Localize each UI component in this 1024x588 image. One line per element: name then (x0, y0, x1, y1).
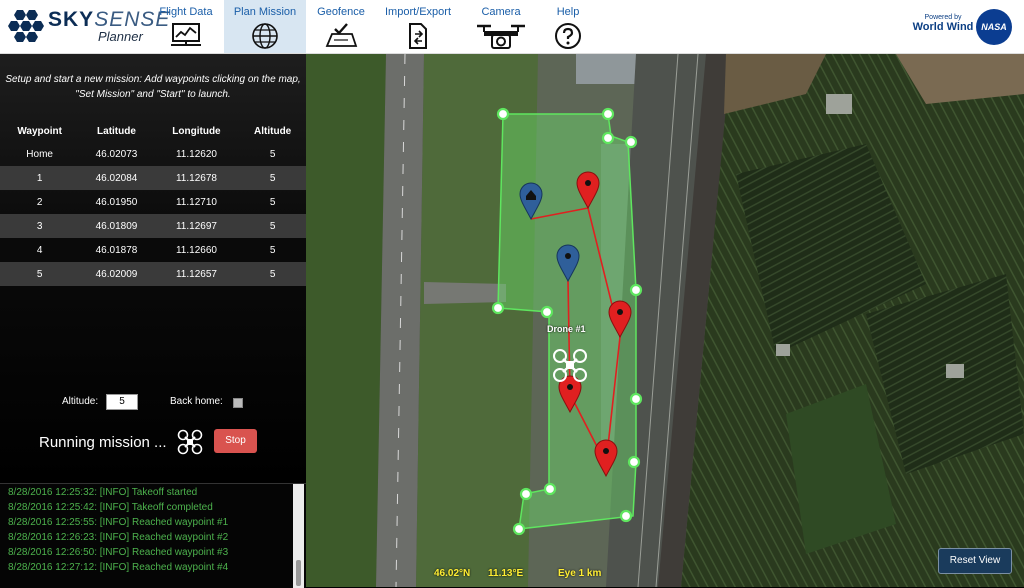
longitude-cell: 11.12657 (153, 262, 240, 286)
map-canvas[interactable] (306, 54, 1024, 587)
hexagon-logo-icon (8, 10, 44, 42)
tab-flight-data[interactable]: Flight Data (150, 0, 222, 53)
latitude-cell: 46.02073 (95, 148, 138, 160)
col-header-waypoint: Waypoint (17, 125, 62, 137)
grass-field (306, 54, 386, 587)
log-entry: 8/28/2016 12:25:55: [INFO] Reached waypo… (8, 517, 229, 528)
powered-by-label: Powered by (924, 14, 962, 21)
longitude-cell: 11.12678 (153, 166, 240, 190)
longitude-cell: 11.12710 (175, 196, 217, 208)
altitude-cell: 5 (239, 214, 306, 238)
brand-subtitle: Planner (98, 29, 143, 44)
col-header-longitude: Longitude (172, 125, 221, 137)
skysense-logo: SKYSENSE Planner (8, 6, 169, 46)
tab-import-export[interactable]: Import/Export (378, 0, 458, 53)
chart-board-icon (171, 23, 201, 46)
tab-label: Camera (481, 6, 521, 18)
longitude-cell: 11.12660 (175, 244, 217, 256)
stop-button[interactable]: Stop (214, 429, 257, 453)
map-longitude: 11.13°E (488, 568, 524, 579)
file-transfer-icon (409, 23, 427, 49)
log-entry: 8/28/2016 12:27:12: [INFO] Reached waypo… (8, 562, 229, 573)
tab-label: Help (556, 6, 580, 18)
satellite-map[interactable]: Drone #1 46.02°N 11.13°E Eye 1 km Reset … (306, 54, 1024, 587)
mission-log: 8/28/2016 12:25:32: [INFO] Takeoff start… (0, 483, 306, 588)
drone-camera-icon (477, 24, 525, 49)
altitude-input[interactable]: 5 (106, 394, 138, 410)
altitude-cell: 5 (269, 148, 276, 160)
waypoints-table: Waypoint Latitude Longitude Altitude Hom… (0, 120, 306, 286)
waypoint-cell: 2 (36, 196, 43, 208)
log-entry: 8/28/2016 12:26:23: [INFO] Reached waypo… (8, 532, 229, 543)
nasa-logo: NASA (976, 9, 1012, 45)
latitude-cell: 46.01809 (79, 214, 154, 238)
altitude-cell: 5 (269, 244, 276, 256)
log-entry: 8/28/2016 12:25:42: [INFO] Takeoff compl… (8, 502, 213, 513)
table-row[interactable]: 3 46.01809 11.12697 5 (0, 214, 306, 238)
latitude-cell: 46.01878 (95, 244, 138, 256)
latitude-cell: 46.02009 (79, 262, 154, 286)
question-icon (555, 23, 581, 49)
waypoint-cell: 3 (0, 214, 80, 238)
waypoint-cell: Home (26, 148, 53, 160)
table-row[interactable]: 1 46.02084 11.12678 5 (0, 166, 306, 190)
top-navigation-bar: SKYSENSE Planner Flight Data Plan Missio… (0, 0, 1024, 54)
back-home-checkbox[interactable] (233, 398, 243, 408)
tab-label: Geofence (317, 6, 365, 18)
log-entry: 8/28/2016 12:26:50: [INFO] Reached waypo… (8, 547, 229, 558)
worldwind-label: World Wind (912, 21, 974, 33)
map-check-icon (325, 23, 358, 47)
table-row[interactable]: 5 46.02009 11.12657 5 (0, 262, 306, 286)
table-row[interactable]: 4 46.01878 11.12660 5 (0, 238, 306, 262)
mission-instructions: Setup and start a new mission: Add waypo… (5, 74, 301, 100)
longitude-cell: 11.12697 (153, 214, 240, 238)
latitude-cell: 46.01950 (95, 196, 138, 208)
tab-label: Flight Data (159, 6, 213, 18)
altitude-cell: 5 (269, 196, 276, 208)
globe-icon (252, 23, 278, 49)
log-entry: 8/28/2016 12:25:32: [INFO] Takeoff start… (8, 487, 198, 498)
map-latitude: 46.02°N (434, 568, 471, 579)
latitude-cell: 46.02084 (79, 166, 154, 190)
map-eye-altitude: Eye 1 km (558, 568, 602, 579)
tab-camera[interactable]: Camera (468, 0, 534, 53)
altitude-cell: 5 (239, 166, 306, 190)
running-status: Running mission ... (39, 434, 167, 451)
tab-geofence[interactable]: Geofence (308, 0, 374, 53)
powered-by-worldwind: Powered by World Wind (908, 14, 978, 33)
tab-label: Import/Export (384, 6, 452, 18)
waypoint-cell: 5 (0, 262, 80, 286)
table-row[interactable]: Home 46.02073 11.12620 5 (0, 142, 306, 166)
back-home-label: Back home: (170, 396, 223, 407)
drone-label: Drone #1 (547, 324, 586, 334)
mission-panel: Setup and start a new mission: Add waypo… (0, 54, 306, 482)
tab-plan-mission[interactable]: Plan Mission (224, 0, 306, 53)
scrollbar-thumb[interactable] (296, 560, 301, 586)
nasa-label: NASA (981, 22, 1007, 32)
tab-label: Plan Mission (233, 6, 297, 18)
col-header-latitude: Latitude (97, 125, 136, 137)
waypoint-cell: 1 (0, 166, 80, 190)
table-row[interactable]: 2 46.01950 11.12710 5 (0, 190, 306, 214)
tab-help[interactable]: Help (542, 0, 594, 53)
longitude-cell: 11.12620 (175, 148, 217, 160)
waypoint-cell: 4 (36, 244, 43, 256)
drone-icon (177, 429, 203, 455)
col-header-altitude: Altitude (254, 125, 292, 137)
altitude-label: Altitude: (62, 396, 99, 407)
altitude-cell: 5 (239, 262, 306, 286)
table-header-row: Waypoint Latitude Longitude Altitude (0, 120, 306, 142)
reset-view-button[interactable]: Reset View (938, 548, 1012, 574)
log-scrollbar[interactable] (293, 484, 304, 588)
